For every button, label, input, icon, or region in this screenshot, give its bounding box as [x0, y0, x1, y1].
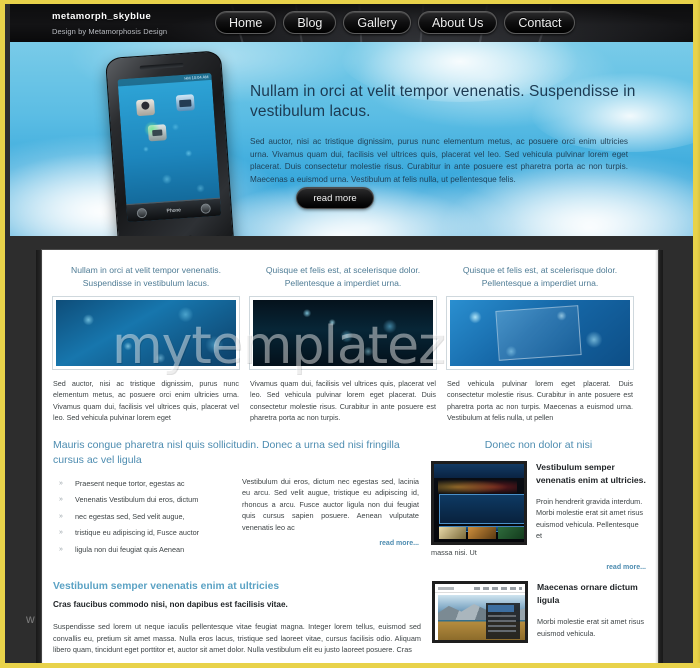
sidebar-block-two: Maecenas ornare dictum ligula Morbi mole… — [432, 571, 647, 656]
phone-app-icon-contact — [135, 98, 156, 117]
bullet-list: Praesent neque tortor, egestas ac Venena… — [53, 476, 231, 559]
border-left — [0, 0, 5, 668]
screenshot-panel-line — [488, 625, 516, 628]
feature-column: Nullam in orci at velit tempor venenatis… — [52, 264, 240, 424]
sidebar-item: Maecenas ornare dictum ligula Morbi mole… — [432, 581, 647, 644]
feature-heading: Quisque et felis est, at scelerisque dol… — [462, 265, 618, 288]
sidebar-heading: Donec non dolor at nisi — [484, 438, 593, 451]
border-bottom — [0, 663, 700, 668]
phone-screen: HM 10:04 AM Phone — [117, 72, 222, 223]
list-item: ligula non dui feugiat quis Aenean — [53, 542, 231, 559]
sidebar-screenshot-dark[interactable] — [431, 460, 527, 545]
feature-column: Quisque et felis est, at scelerisque dol… — [446, 264, 634, 424]
border-top — [0, 0, 700, 4]
sidebar-item-paragraph: Proin hendrerit gravida interdum. Morbi … — [536, 496, 644, 541]
secondary-text-col: Vestibulum dui eros, dictum nec egestas … — [242, 476, 419, 559]
feature-paragraph: Vivamus quam dui, facilisis vel ultrices… — [250, 379, 436, 423]
content-shadow-left — [36, 250, 43, 668]
smartphone-image: HM 10:04 AM Phone — [104, 50, 236, 236]
sidebar-item-heading: Vestibulum semper venenatis enim at ultr… — [536, 461, 646, 485]
secondary-read-more-link[interactable]: read more... — [242, 540, 419, 547]
screenshot-thumb — [497, 526, 524, 539]
screenshot-panel-line — [488, 630, 516, 633]
hero-text-block: Nullam in orci at velit tempor venenatis… — [250, 82, 640, 186]
phone-dock-icon-right — [200, 202, 212, 214]
secondary-main: Mauris congue pharetra nisl quis sollici… — [53, 438, 419, 572]
nav-item-home[interactable]: Home — [215, 11, 277, 34]
list-item: Praesent neque tortor, egestas ac — [53, 476, 231, 493]
sidebar-item: Vestibulum semper venenatis enim at ultr… — [431, 460, 646, 545]
secondary-two-col: Praesent neque tortor, egestas ac Venena… — [53, 476, 419, 559]
sidebar-item-heading: Maecenas ornare dictum ligula — [537, 582, 638, 606]
phone-trackpad — [181, 235, 199, 236]
watermark-left: w — [26, 612, 35, 626]
list-item: Venenatis Vestibulum dui eros, dictum — [53, 492, 231, 509]
content-area: Nullam in orci at velit tempor venenatis… — [42, 250, 658, 668]
bullet-list-wrap: Praesent neque tortor, egestas ac Venena… — [53, 476, 231, 559]
feature-columns: Nullam in orci at velit tempor venenatis… — [42, 250, 658, 424]
site-logo[interactable]: metamorph_skyblue Design by Metamorphosi… — [52, 11, 167, 36]
list-item: nec egestas sed, Sed velit augue, — [53, 509, 231, 526]
nav-item-gallery[interactable]: Gallery — [343, 11, 411, 34]
secondary-paragraph: Vestibulum dui eros, dictum nec egestas … — [242, 476, 419, 532]
tertiary-section: Vestibulum semper venenatis enim at ultr… — [42, 571, 658, 656]
secondary-heading: Mauris congue pharetra nisl quis sollici… — [53, 438, 400, 466]
screenshot-side-panel — [486, 603, 520, 640]
hero-banner: HM 10:04 AM Phone Nullam in orci at veli — [10, 42, 693, 236]
screenshot-header-bar — [434, 463, 524, 478]
screenshot-panel-line — [488, 615, 516, 618]
tertiary-paragraph: Suspendisse sed lorem ut neque iaculis p… — [53, 622, 421, 655]
sidebar-read-more-link[interactable]: read more... — [431, 564, 646, 571]
screenshot-logo — [438, 586, 454, 590]
screenshot-panel-line — [488, 620, 516, 623]
nav-item-blog[interactable]: Blog — [283, 11, 337, 34]
phone-button-back — [202, 235, 226, 236]
hero-read-more-button[interactable]: read more — [296, 187, 374, 209]
glass-overlay — [495, 305, 582, 361]
site-header: metamorph_skyblue Design by Metamorphosi… — [10, 4, 693, 42]
sidebar-screenshot-light[interactable] — [432, 581, 528, 644]
tertiary-subheading: Cras faucibus commodo nisi, non dapibus … — [53, 600, 288, 610]
tertiary-main: Vestibulum semper venenatis enim at ultr… — [42, 571, 432, 656]
feature-paragraph: Sed auctor, nisi ac tristique dignissim,… — [53, 379, 239, 423]
logo-subtitle: Design by Metamorphosis Design — [52, 27, 168, 36]
feature-heading: Quisque et felis est, at scelerisque dol… — [265, 265, 421, 288]
screenshot-nav-links — [474, 586, 522, 590]
hero-paragraph: Sed auctor, nisi ac tristique dignissim,… — [250, 137, 628, 184]
content-shadow-right — [655, 250, 663, 668]
logo-title: metamorph_skyblue — [52, 11, 152, 22]
sidebar-item-overflow: massa nisi. Ut — [431, 547, 477, 557]
page-root: metamorph_skyblue Design by Metamorphosi… — [0, 0, 700, 668]
screenshot-main-panel — [439, 493, 524, 524]
tertiary-heading: Vestibulum semper venenatis enim at ultr… — [53, 581, 280, 593]
phone-app-icon-media — [147, 124, 167, 142]
screenshot-thumb-row — [439, 526, 524, 539]
list-item: tristique eu adipiscing id, Fusce auctor — [53, 525, 231, 542]
hero-heading: Nullam in orci at velit tempor venenatis… — [250, 83, 636, 120]
screenshot-thumb — [468, 526, 496, 539]
phone-dock-label: Phone — [166, 206, 182, 214]
nav-item-contact[interactable]: Contact — [504, 11, 576, 34]
sidebar-item-text: Maecenas ornare dictum ligula Morbi mole… — [537, 581, 647, 643]
feature-heading: Nullam in orci at velit tempor venenatis… — [71, 265, 221, 288]
feature-column: Quisque et felis est, at scelerisque dol… — [249, 264, 437, 424]
phone-status-text: HM 10:04 AM — [184, 73, 209, 81]
phone-app-icon-messages — [175, 94, 195, 112]
main-navigation: Home Blog Gallery About Us Contact — [215, 11, 576, 34]
screenshot-panel-header — [488, 605, 514, 613]
sidebar-item-text: Vestibulum semper venenatis enim at ultr… — [536, 461, 646, 545]
screenshot-thumb — [439, 526, 467, 539]
feature-thumbnail[interactable] — [249, 296, 437, 370]
sidebar-item-paragraph: Morbi molestie erat sit amet risus euism… — [537, 617, 645, 638]
feature-thumbnail[interactable] — [446, 296, 634, 370]
border-right — [693, 0, 700, 668]
nav-item-about-us[interactable]: About Us — [417, 11, 498, 34]
feature-paragraph: Sed vehicula pulvinar lorem eget placera… — [447, 379, 633, 423]
secondary-section: Mauris congue pharetra nisl quis sollici… — [42, 424, 658, 572]
sidebar-block-one: Donec non dolor at nisi Vestibulum sempe… — [431, 438, 646, 571]
feature-thumbnail[interactable] — [52, 296, 240, 370]
screenshot-top-bar — [435, 584, 525, 594]
phone-dock-icon-left — [136, 207, 148, 218]
